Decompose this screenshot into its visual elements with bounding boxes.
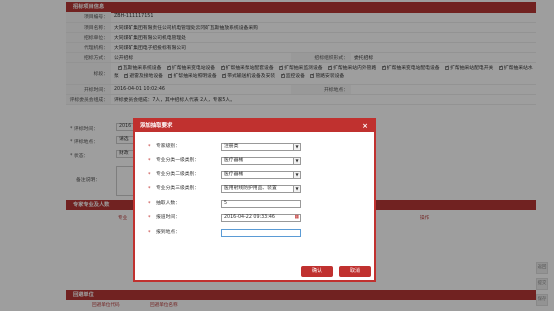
category2-label: 专业分类二级类别： (156, 172, 200, 177)
chevron-down-icon[interactable]: ▼ (293, 172, 300, 178)
required-star: * (148, 215, 151, 221)
report-time-label: 报道时间： (156, 215, 180, 220)
category1-label: 专业分类一级类别： (156, 158, 200, 163)
chevron-down-icon[interactable]: ▼ (293, 158, 300, 164)
category3-row: * 专业分类三级类别： 医用射线防护用品、装置 ▼ (135, 184, 374, 194)
category2-select[interactable]: 医疗器械 ▼ (221, 171, 301, 179)
report-place-label: 报到地点： (156, 230, 180, 235)
expert-level-row: * 专家级别： 注册类 ▼ (135, 142, 374, 152)
calendar-icon[interactable]: ▦ (294, 215, 299, 221)
required-star: * (148, 144, 151, 150)
count-label: 抽取人数： (156, 201, 180, 206)
close-icon[interactable]: × (360, 121, 370, 131)
report-time-input[interactable]: 2016-04-22 09:33:46 ▦ (221, 214, 301, 222)
report-place-row: * 报到地点： (135, 228, 374, 238)
required-star: * (148, 230, 151, 236)
required-star: * (148, 172, 151, 178)
add-extraction-dialog: 添加抽取要求 × * 专家级别： 注册类 ▼ * 专业分类一级类别： 医疗器械 ▼ … (133, 118, 376, 282)
dialog-title-text: 添加抽取要求 (140, 123, 173, 129)
report-time-row: * 报道时间： 2016-04-22 09:33:46 ▦ (135, 213, 374, 223)
cancel-button[interactable]: 取消 (339, 266, 371, 277)
chevron-down-icon[interactable]: ▼ (293, 144, 300, 150)
report-place-input[interactable] (221, 229, 301, 237)
category3-label: 专业分类三级类别： (156, 186, 200, 191)
count-input[interactable]: 5 (221, 200, 301, 208)
category1-select[interactable]: 医疗器械 ▼ (221, 157, 301, 165)
category2-row: * 专业分类二级类别： 医疗器械 ▼ (135, 170, 374, 180)
expert-level-select[interactable]: 注册类 ▼ (221, 143, 301, 151)
category3-select[interactable]: 医用射线防护用品、装置 ▼ (221, 185, 301, 193)
dialog-title: 添加抽取要求 × (135, 120, 374, 132)
required-star: * (148, 158, 151, 164)
expert-level-label: 专家级别： (156, 144, 180, 149)
required-star: * (148, 186, 151, 192)
required-star: * (148, 201, 151, 207)
category1-row: * 专业分类一级类别： 医疗器械 ▼ (135, 156, 374, 166)
chevron-down-icon[interactable]: ▼ (293, 186, 300, 192)
confirm-button[interactable]: 确认 (301, 266, 333, 277)
count-row: * 抽取人数： 5 (135, 199, 374, 209)
